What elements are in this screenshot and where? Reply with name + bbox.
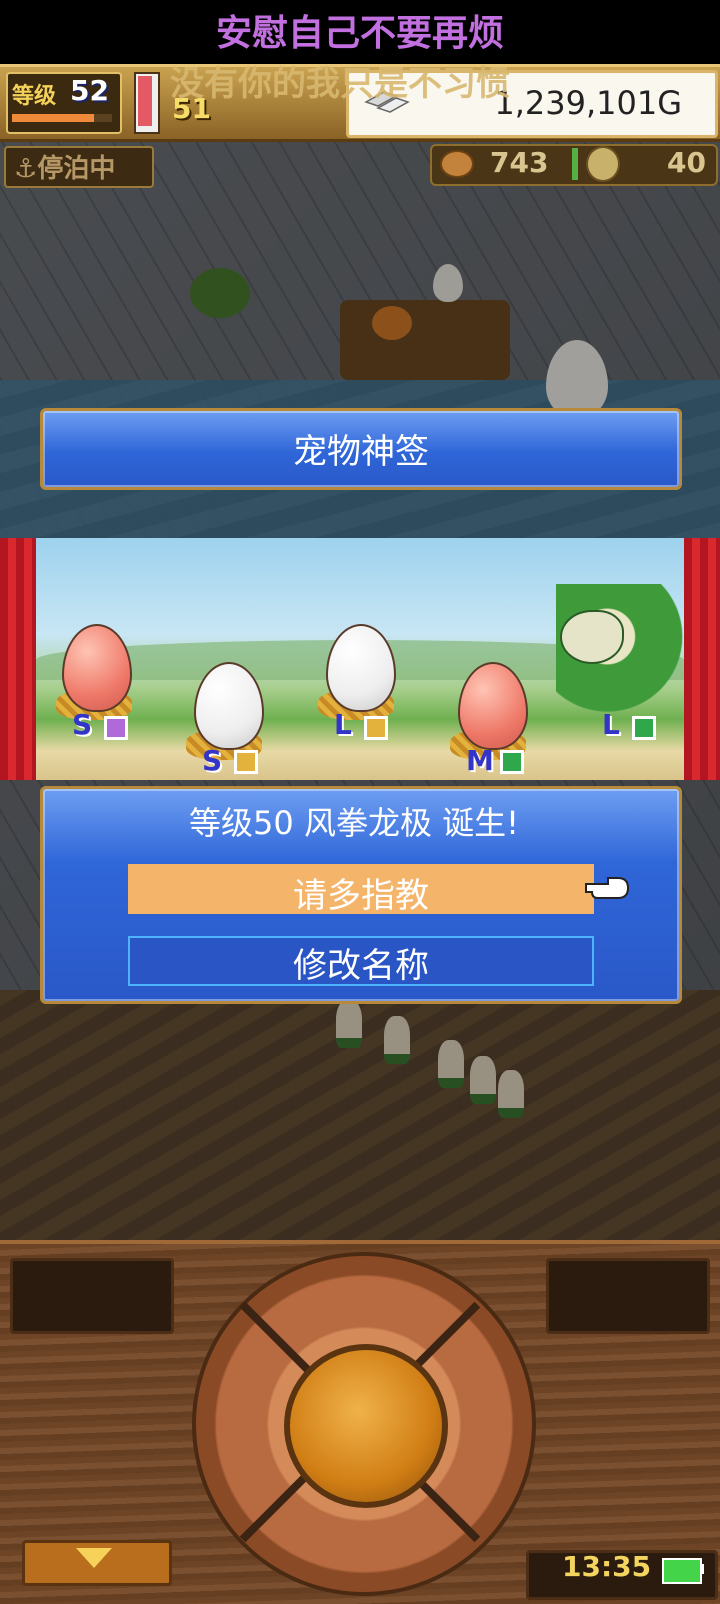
- egg-rarity-badge: [500, 750, 524, 774]
- center-action-button[interactable]: [284, 1344, 448, 1508]
- anchor-icon: ⚓: [14, 154, 38, 184]
- lyric-line-1: 安慰自己不要再烦: [215, 13, 504, 54]
- xp-bar-fill: [12, 114, 94, 122]
- right-slot-button[interactable]: [546, 1258, 710, 1334]
- egg-size-label: S: [72, 708, 93, 741]
- rename-button-label[interactable]: 修改名称: [128, 938, 594, 987]
- energy-gauge-fill: [138, 76, 152, 126]
- battery-icon: [662, 1558, 702, 1584]
- egg-rarity-badge: [632, 716, 656, 740]
- pointing-hand-icon: [585, 877, 630, 899]
- level-label: 等级: [12, 84, 57, 109]
- dragon-head: [560, 610, 624, 664]
- level-value: 52: [70, 74, 109, 107]
- egg-size-label: L: [334, 708, 352, 741]
- lyric-line-2: 没有你的我只是不习惯: [170, 64, 510, 104]
- food-icon: [440, 150, 474, 178]
- egg-rarity-badge: [104, 716, 128, 740]
- curtain-left: [0, 538, 36, 780]
- dock-status-label: 停泊中: [37, 154, 116, 184]
- medal-icon: [586, 146, 620, 182]
- resource1-value: 743: [490, 146, 549, 179]
- resource-separator: [572, 148, 578, 180]
- egg-size-label: M: [466, 744, 494, 777]
- title-banner-text: 宠物神签: [293, 432, 429, 472]
- deck-dim-overlay: [0, 990, 720, 1240]
- down-arrow-icon: [76, 1548, 112, 1568]
- curtain-right: [684, 538, 720, 780]
- egg-rarity-badge: [234, 750, 258, 774]
- egg-rarity-badge: [364, 716, 388, 740]
- battery-tip: [700, 1564, 704, 1574]
- dock-status-text: ⚓停泊中: [14, 148, 115, 185]
- resource2-value: 40: [667, 146, 706, 179]
- birth-message: 等级50 风拳龙极 诞生!: [189, 804, 519, 842]
- confirm-button-label[interactable]: 请多指教: [128, 868, 594, 917]
- left-slot-button[interactable]: [10, 1258, 174, 1334]
- clock-text: 13:35: [562, 1550, 652, 1583]
- egg-size-label: S: [202, 744, 223, 777]
- egg-size-label: L: [602, 708, 620, 741]
